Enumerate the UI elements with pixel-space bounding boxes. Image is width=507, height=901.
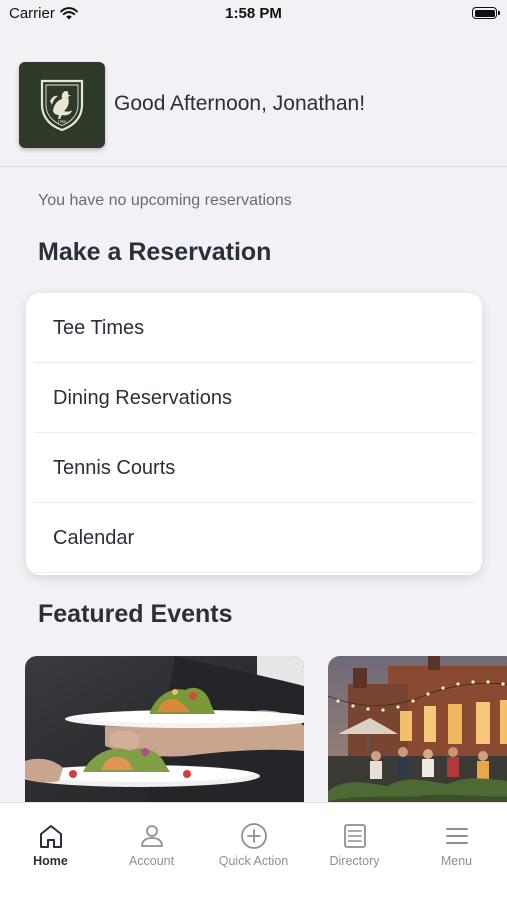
patio-event-image <box>328 656 507 816</box>
no-reservations-message: You have no upcoming reservations <box>38 192 292 209</box>
plus-circle-icon <box>240 823 267 849</box>
tab-home[interactable]: Home <box>0 803 101 883</box>
tab-account[interactable]: Account <box>101 803 202 883</box>
club-logo[interactable]: 1966 <box>19 62 105 148</box>
battery-icon <box>472 7 500 19</box>
tab-directory-label: Directory <box>329 854 380 868</box>
tab-menu-label: Menu <box>440 854 473 868</box>
tab-account-label: Account <box>128 854 175 868</box>
reservation-options-card: Tee Times Dining Reservations Tennis Cou… <box>26 293 482 575</box>
tab-directory[interactable]: Directory <box>304 803 405 883</box>
tab-home-label: Home <box>33 854 68 868</box>
tab-bar: Home Account Quick Action Directory Menu <box>0 802 507 901</box>
greeting-text: Good Afternoon, Jonathan! <box>114 92 366 115</box>
tab-menu[interactable]: Menu <box>406 803 507 883</box>
reservation-item-dining[interactable]: Dining Reservations <box>26 363 482 433</box>
header: 1966 Good Afternoon, Jonathan! <box>0 30 507 167</box>
menu-icon <box>445 828 468 844</box>
crest-icon: 1966 <box>40 79 84 132</box>
directory-icon <box>343 824 366 848</box>
dining-event-image <box>25 656 304 816</box>
crest-year: 1966 <box>58 119 68 124</box>
reservation-item-tennis[interactable]: Tennis Courts <box>26 433 482 503</box>
featured-event-card-dining[interactable] <box>25 656 304 816</box>
featured-events-title: Featured Events <box>38 600 233 628</box>
status-time: 1:58 PM <box>225 5 282 22</box>
featured-event-card-patio[interactable] <box>328 656 507 816</box>
tab-quick-action-label: Quick Action <box>218 854 289 868</box>
tab-quick-action[interactable]: Quick Action <box>203 803 304 883</box>
account-icon <box>140 825 163 847</box>
reservation-item-calendar[interactable]: Calendar <box>26 503 482 573</box>
reservation-item-tee-times[interactable]: Tee Times <box>26 293 482 363</box>
status-bar: Carrier 1:58 PM <box>0 0 507 30</box>
home-icon <box>39 825 62 848</box>
make-reservation-title: Make a Reservation <box>38 238 272 266</box>
